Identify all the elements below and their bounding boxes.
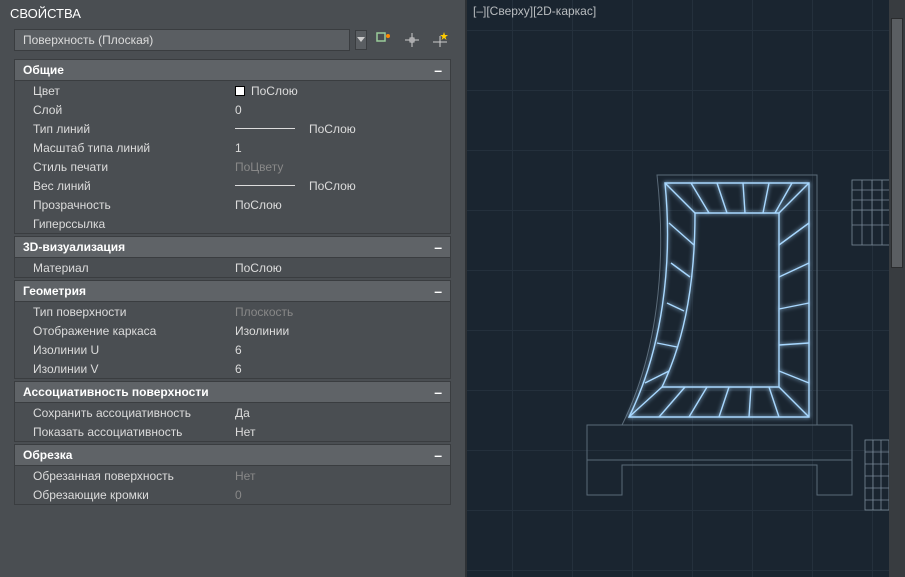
section-trim: Обрезка – Обрезанная поверхность Нет Обр…: [14, 444, 451, 505]
row-label: Гиперссылка: [15, 217, 235, 231]
vertical-scrollbar[interactable]: [889, 0, 905, 577]
collapse-icon: –: [434, 387, 442, 397]
row-label: Стиль печати: [15, 160, 235, 174]
property-row[interactable]: Отображение каркаса Изолинии: [15, 321, 450, 340]
section-header-trim[interactable]: Обрезка –: [14, 444, 451, 466]
row-label: Отображение каркаса: [15, 324, 235, 338]
section-title: Общие: [23, 63, 64, 77]
collapse-icon: –: [434, 242, 442, 252]
section-body: Сохранить ассоциативность Да Показать ас…: [14, 403, 451, 442]
section-title: Геометрия: [23, 284, 86, 298]
section-title: 3D-визуализация: [23, 240, 125, 254]
row-label: Прозрачность: [15, 198, 235, 212]
property-row[interactable]: Вес линий ПоСлою: [15, 176, 450, 195]
property-row[interactable]: Показать ассоциативность Нет: [15, 422, 450, 441]
property-row[interactable]: Обрезанная поверхность Нет: [15, 466, 450, 485]
section-title: Обрезка: [23, 448, 72, 462]
object-type-selector[interactable]: Поверхность (Плоская): [14, 29, 350, 51]
section-body: Обрезанная поверхность Нет Обрезающие кр…: [14, 466, 451, 505]
row-label: Показать ассоциативность: [15, 425, 235, 439]
row-value: Изолинии: [235, 324, 450, 338]
row-label: Сохранить ассоциативность: [15, 406, 235, 420]
row-value: 6: [235, 343, 450, 357]
row-label: Тип линий: [15, 122, 235, 136]
row-value: Нет: [235, 469, 450, 483]
chevron-down-icon: [357, 37, 365, 43]
selector-value: Поверхность (Плоская): [23, 33, 153, 47]
row-label: Изолинии V: [15, 362, 235, 376]
section-header-viz3d[interactable]: 3D-визуализация –: [14, 236, 451, 258]
property-row[interactable]: Цвет ПоСлою: [15, 81, 450, 100]
color-swatch: [235, 86, 245, 96]
row-label: Обрезанная поверхность: [15, 469, 235, 483]
toggle-pick-button[interactable]: [429, 29, 451, 51]
viewport[interactable]: [–][Сверху][2D-каркас]: [465, 0, 905, 577]
row-label: Материал: [15, 261, 235, 275]
section-header-assoc[interactable]: Ассоциативность поверхности –: [14, 381, 451, 403]
property-row[interactable]: Стиль печати ПоЦвету: [15, 157, 450, 176]
collapse-icon: –: [434, 65, 442, 75]
row-label: Цвет: [15, 84, 235, 98]
row-label: Вес линий: [15, 179, 235, 193]
row-value: 0: [235, 103, 450, 117]
row-label: Масштаб типа линий: [15, 141, 235, 155]
row-value: Плоскость: [235, 305, 450, 319]
viewport-label[interactable]: [–][Сверху][2D-каркас]: [473, 4, 596, 18]
collapse-icon: –: [434, 450, 442, 460]
property-row[interactable]: Слой 0: [15, 100, 450, 119]
section-viz3d: 3D-визуализация – Материал ПоСлою: [14, 236, 451, 278]
property-row[interactable]: Гиперссылка: [15, 214, 450, 233]
section-body: Цвет ПоСлою Слой 0 Тип линий ПоСлою Масш…: [14, 81, 451, 234]
selector-row: Поверхность (Плоская): [0, 29, 465, 59]
property-row[interactable]: Тип поверхности Плоскость: [15, 302, 450, 321]
row-value: 0: [235, 488, 450, 502]
row-value: ПоСлою: [235, 198, 450, 212]
selector-dropdown-button[interactable]: [355, 30, 367, 50]
collapse-icon: –: [434, 286, 442, 296]
line-sample-icon: [235, 128, 295, 129]
row-value: Нет: [235, 425, 450, 439]
row-value: Да: [235, 406, 450, 420]
section-body: Тип поверхности Плоскость Отображение ка…: [14, 302, 451, 379]
crosshair-icon: [404, 32, 420, 48]
row-value: ПоЦвету: [235, 160, 450, 174]
row-label: Изолинии U: [15, 343, 235, 357]
row-label: Обрезающие кромки: [15, 488, 235, 502]
section-header-general[interactable]: Общие –: [14, 59, 451, 81]
property-row[interactable]: Сохранить ассоциативность Да: [15, 403, 450, 422]
section-assoc: Ассоциативность поверхности – Сохранить …: [14, 381, 451, 442]
row-label: Тип поверхности: [15, 305, 235, 319]
panel-title: СВОЙСТВА: [0, 0, 465, 29]
properties-panel: СВОЙСТВА Поверхность (Плоская): [0, 0, 465, 577]
drawing-object[interactable]: [587, 175, 905, 548]
line-sample-icon: [235, 185, 295, 186]
row-value: ПоСлою: [235, 179, 450, 193]
scrollbar-thumb[interactable]: [891, 18, 903, 268]
row-value: ПоСлою: [235, 84, 450, 98]
pick-button[interactable]: [401, 29, 423, 51]
quick-select-icon: [376, 32, 392, 48]
property-row[interactable]: Тип линий ПоСлою: [15, 119, 450, 138]
crosshair-star-icon: [432, 32, 448, 48]
property-row[interactable]: Обрезающие кромки 0: [15, 485, 450, 504]
row-value: 1: [235, 141, 450, 155]
section-body: Материал ПоСлою: [14, 258, 451, 278]
section-geometry: Геометрия – Тип поверхности Плоскость От…: [14, 280, 451, 379]
quick-select-button[interactable]: [373, 29, 395, 51]
section-general: Общие – Цвет ПоСлою Слой 0 Тип линий ПоС…: [14, 59, 451, 234]
row-value: 6: [235, 362, 450, 376]
property-row[interactable]: Изолинии V 6: [15, 359, 450, 378]
property-row[interactable]: Масштаб типа линий 1: [15, 138, 450, 157]
section-title: Ассоциативность поверхности: [23, 385, 209, 399]
row-value: ПоСлою: [235, 122, 450, 136]
property-row[interactable]: Материал ПоСлою: [15, 258, 450, 277]
section-header-geometry[interactable]: Геометрия –: [14, 280, 451, 302]
row-value: ПоСлою: [235, 261, 450, 275]
row-label: Слой: [15, 103, 235, 117]
property-row[interactable]: Прозрачность ПоСлою: [15, 195, 450, 214]
property-row[interactable]: Изолинии U 6: [15, 340, 450, 359]
